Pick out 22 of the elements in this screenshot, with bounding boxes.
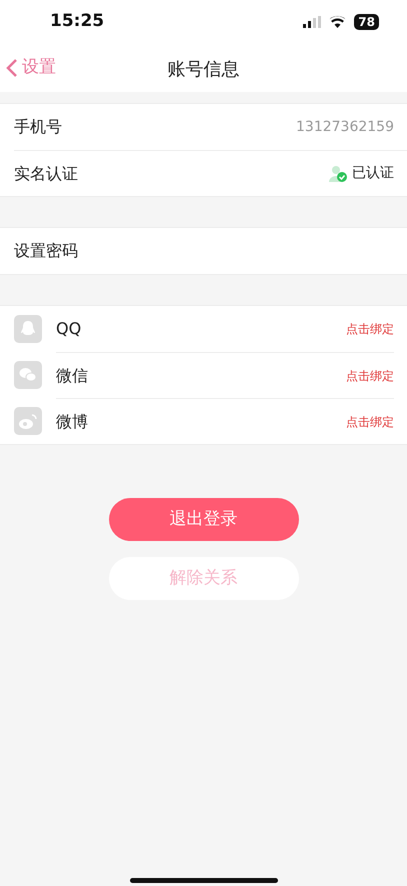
- bind-link[interactable]: 点击绑定: [346, 366, 394, 384]
- bind-link[interactable]: 点击绑定: [346, 412, 394, 430]
- account-name: QQ: [56, 318, 82, 340]
- battery-indicator: 78: [354, 14, 379, 30]
- row-value: 13127362159: [296, 118, 394, 136]
- chevron-left-icon: [6, 58, 18, 78]
- signal-icon: [303, 16, 322, 28]
- password-row[interactable]: 设置密码: [0, 228, 407, 274]
- qq-penguin-icon: [14, 315, 42, 343]
- bind-link[interactable]: 点击绑定: [346, 320, 394, 338]
- row-label: 实名认证: [14, 162, 78, 184]
- page-title: 账号信息: [168, 58, 240, 82]
- chat-bubbles-icon: [14, 361, 42, 389]
- wifi-icon: [329, 16, 346, 28]
- account-name: 微信: [56, 364, 88, 386]
- eye-swirl-icon: [14, 407, 42, 435]
- logout-button[interactable]: 退出登录: [108, 498, 298, 541]
- row-label: 手机号: [14, 116, 62, 138]
- status-time: 15:25: [50, 10, 104, 34]
- account-name: 微博: [56, 410, 88, 432]
- row-value: 已认证: [352, 164, 394, 183]
- back-button[interactable]: 设置: [0, 54, 62, 82]
